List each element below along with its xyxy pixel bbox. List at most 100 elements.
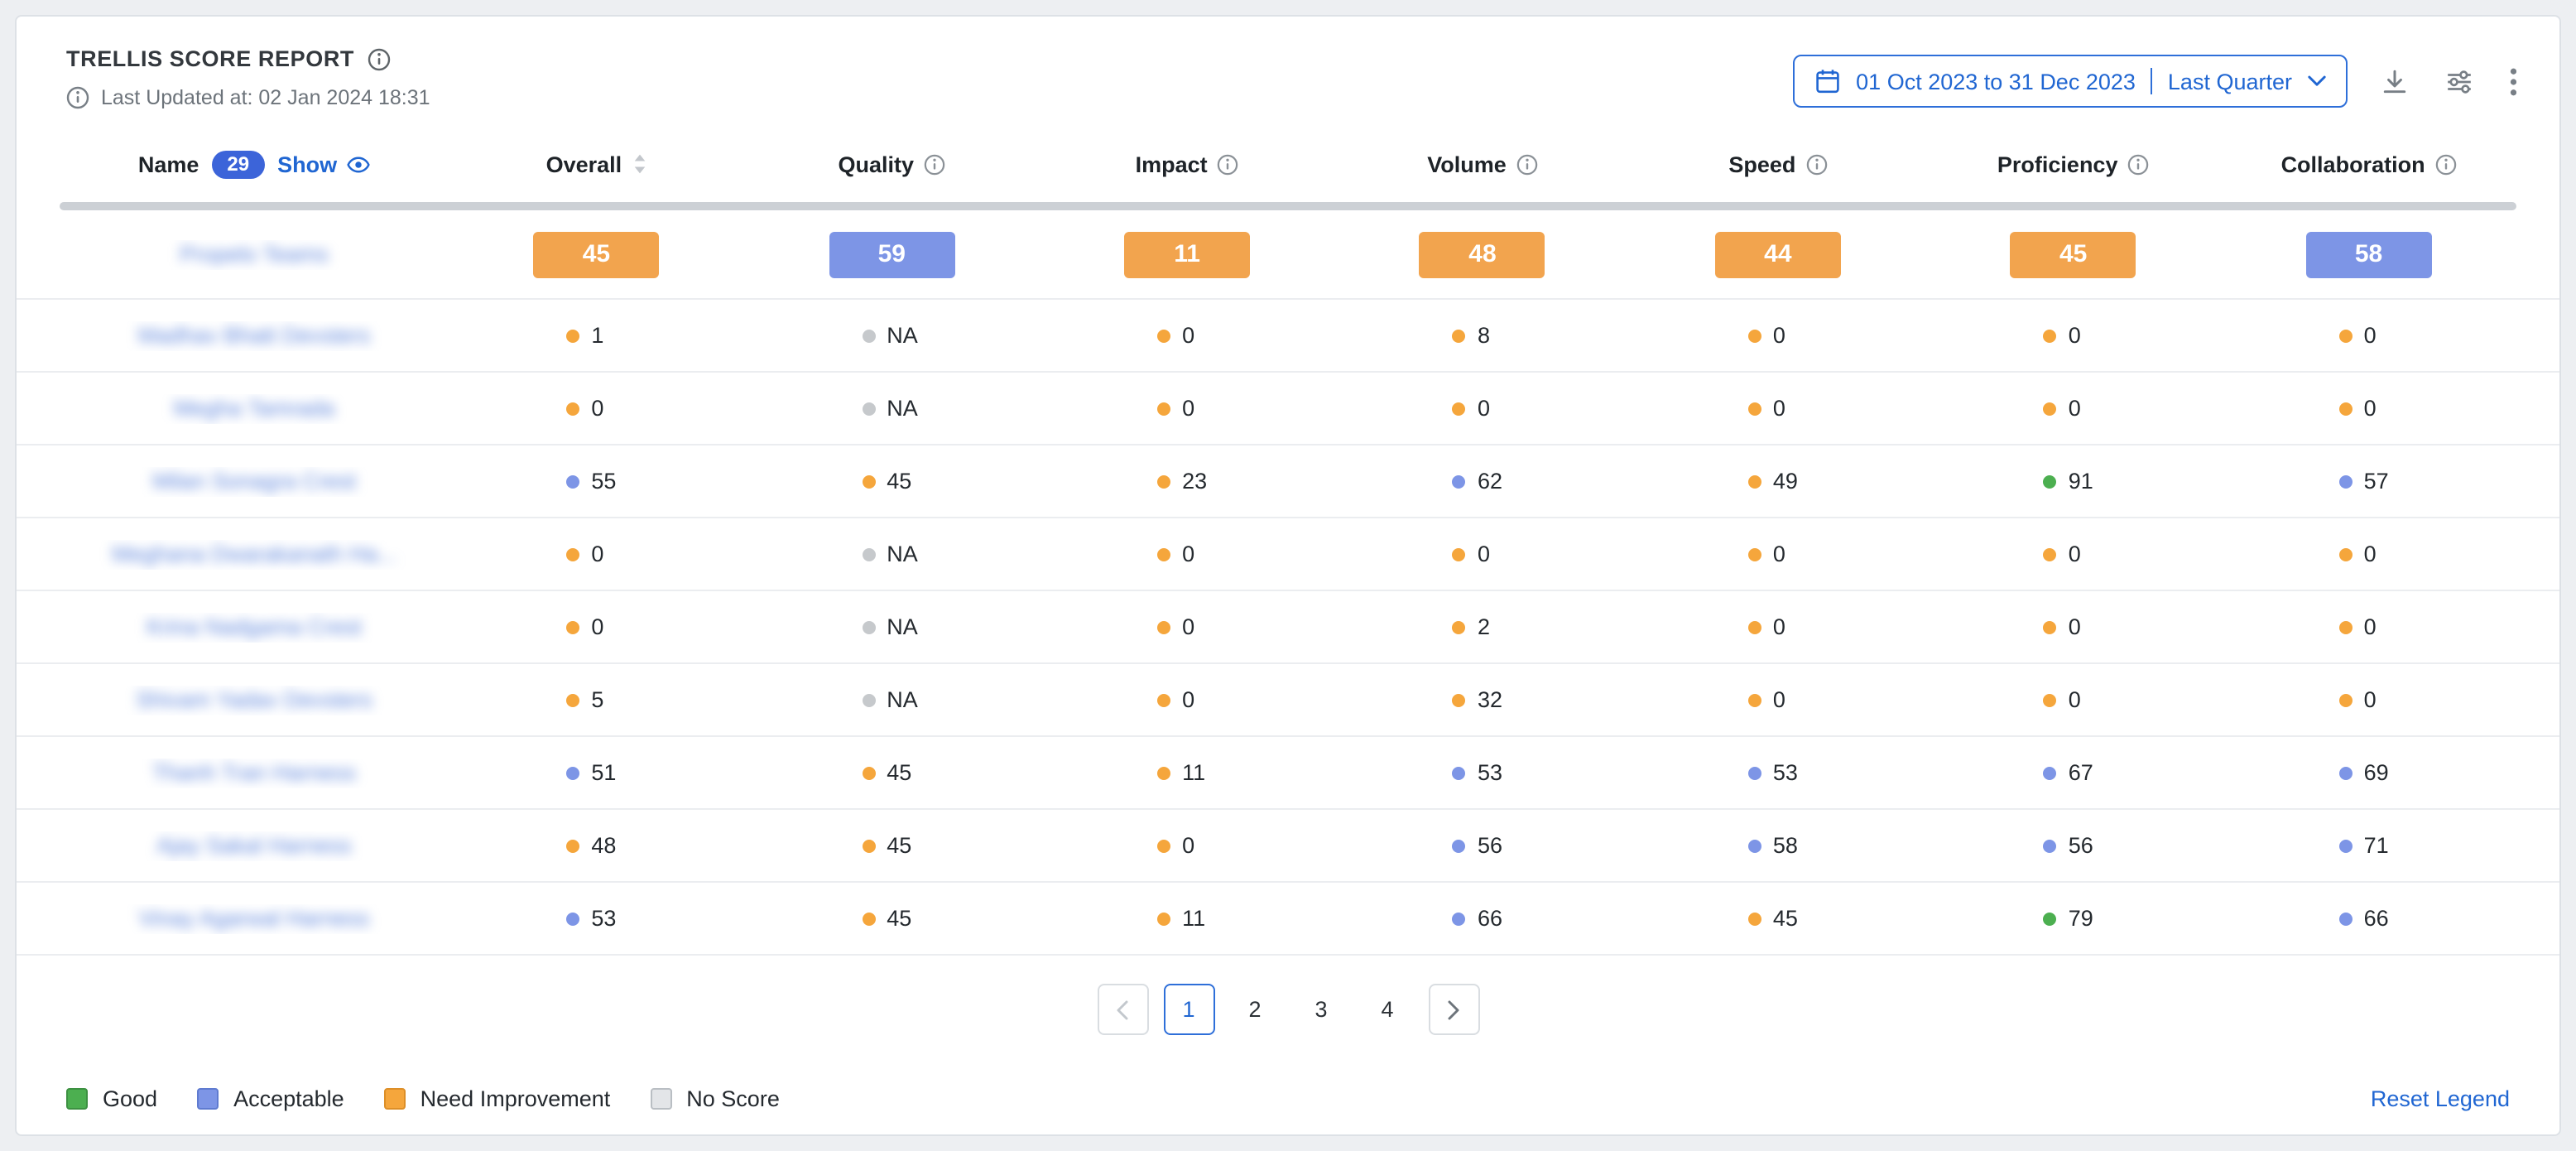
score-value: 0 bbox=[2364, 396, 2377, 421]
score-dot bbox=[1157, 474, 1170, 488]
score-dot bbox=[2044, 912, 2057, 925]
score-dot bbox=[862, 329, 875, 342]
score-dot bbox=[566, 474, 579, 488]
title-info-icon[interactable] bbox=[368, 47, 391, 70]
legend-item-acceptable[interactable]: Acceptable bbox=[197, 1086, 344, 1111]
score-value: NA bbox=[887, 614, 918, 639]
score-cell: 11 bbox=[1040, 906, 1335, 931]
member-name-link[interactable]: Krina Nadgama Crest bbox=[147, 614, 362, 638]
page-button-4[interactable]: 4 bbox=[1362, 984, 1413, 1035]
more-options-button[interactable] bbox=[2506, 64, 2520, 99]
score-cell: 0 bbox=[1040, 614, 1335, 639]
score-value: 0 bbox=[1478, 542, 1490, 566]
horizontal-scrollbar[interactable] bbox=[60, 202, 2516, 210]
member-name-link[interactable]: Megha Tamrada bbox=[174, 395, 335, 420]
score-cell: 48 bbox=[449, 833, 744, 858]
previous-page-button[interactable] bbox=[1097, 984, 1148, 1035]
column-header-collaboration: Collaboration bbox=[2221, 152, 2516, 176]
score-value: 53 bbox=[1478, 760, 1502, 785]
score-dot bbox=[2339, 620, 2353, 633]
score-cell: 45 bbox=[744, 833, 1040, 858]
page-button-2[interactable]: 2 bbox=[1229, 984, 1281, 1035]
score-value: 2 bbox=[1478, 614, 1490, 639]
next-page-button[interactable] bbox=[1428, 984, 1479, 1035]
score-cell: 69 bbox=[2221, 760, 2516, 785]
quality-info-icon[interactable] bbox=[924, 153, 945, 175]
score-dot bbox=[2339, 474, 2353, 488]
score-badge: 11 bbox=[1124, 231, 1250, 277]
team-name-link[interactable]: Propelo Teams bbox=[180, 241, 329, 266]
score-cell: 0 bbox=[2221, 323, 2516, 348]
score-cell: 62 bbox=[1335, 469, 1631, 494]
score-value: 79 bbox=[2069, 906, 2093, 931]
legend-item-no-score[interactable]: No Score bbox=[650, 1086, 780, 1111]
last-updated-info-icon[interactable] bbox=[66, 86, 89, 109]
member-name-link[interactable]: Ajay Sakal Harness bbox=[156, 832, 352, 857]
member-name-link[interactable]: Madhav Bhatt Devsters bbox=[138, 322, 371, 347]
score-value: 55 bbox=[591, 469, 616, 494]
table-row: Meghana Dwarakanath Ha... 0 NA 0 0 0 0 0 bbox=[17, 518, 2559, 591]
score-dot bbox=[862, 766, 875, 779]
reset-legend-link[interactable]: Reset Legend bbox=[2371, 1086, 2510, 1111]
score-value: 0 bbox=[2069, 687, 2081, 712]
score-dot bbox=[1157, 693, 1170, 706]
member-name-link[interactable]: Milan Sonagra Crest bbox=[152, 468, 356, 493]
score-value: 32 bbox=[1478, 687, 1502, 712]
legend-item-need-improvement[interactable]: Need Improvement bbox=[384, 1086, 611, 1111]
table-row: Krina Nadgama Crest 0 NA 0 2 0 0 0 bbox=[17, 591, 2559, 664]
score-dot bbox=[566, 620, 579, 633]
member-name-link[interactable]: Shivam Yadav Devsters bbox=[136, 686, 372, 711]
score-cell: 2 bbox=[1335, 614, 1631, 639]
collaboration-info-icon[interactable] bbox=[2435, 153, 2457, 175]
score-dot bbox=[1748, 402, 1761, 415]
score-value: 5 bbox=[591, 687, 603, 712]
score-dot bbox=[2339, 402, 2353, 415]
score-cell: 0 bbox=[1335, 542, 1631, 566]
score-dot bbox=[2339, 766, 2353, 779]
score-value: 51 bbox=[591, 760, 616, 785]
table-body: Madhav Bhatt Devsters 1 NA 0 8 0 0 0 Meg… bbox=[17, 300, 2559, 956]
score-cell: 0 bbox=[449, 396, 744, 421]
page-button-1[interactable]: 1 bbox=[1163, 984, 1214, 1035]
download-button[interactable] bbox=[2377, 64, 2411, 99]
score-cell: 23 bbox=[1040, 469, 1335, 494]
proficiency-info-icon[interactable] bbox=[2127, 153, 2149, 175]
score-dot bbox=[1748, 912, 1761, 925]
score-dot bbox=[2339, 547, 2353, 561]
member-name-link[interactable]: Vinay Agarwal Harness bbox=[139, 905, 370, 930]
score-cell: 66 bbox=[1335, 906, 1631, 931]
score-value: 67 bbox=[2069, 760, 2093, 785]
date-range-picker[interactable]: 01 Oct 2023 to 31 Dec 2023 Last Quarter bbox=[1793, 55, 2347, 108]
score-value: 0 bbox=[2364, 687, 2377, 712]
impact-info-icon[interactable] bbox=[1218, 153, 1239, 175]
score-value: 71 bbox=[2364, 833, 2389, 858]
score-cell: 0 bbox=[1630, 614, 1925, 639]
score-value: 0 bbox=[591, 396, 603, 421]
show-names-link[interactable]: Show bbox=[277, 152, 370, 176]
score-cell: 53 bbox=[1630, 760, 1925, 785]
page-button-3[interactable]: 3 bbox=[1295, 984, 1347, 1035]
table-row: Madhav Bhatt Devsters 1 NA 0 8 0 0 0 bbox=[17, 300, 2559, 373]
column-header-name: Name 29 Show bbox=[60, 150, 449, 178]
score-dot bbox=[862, 547, 875, 561]
score-cell: 0 bbox=[2221, 614, 2516, 639]
column-header-overall[interactable]: Overall bbox=[449, 152, 744, 176]
member-name-link[interactable]: Thanh Tran Harness bbox=[152, 759, 356, 784]
date-preset-text: Last Quarter bbox=[2168, 69, 2292, 94]
score-value: 57 bbox=[2364, 469, 2389, 494]
score-value: 62 bbox=[1478, 469, 1502, 494]
score-cell: 0 bbox=[1925, 542, 2221, 566]
legend-item-good[interactable]: Good bbox=[66, 1086, 157, 1111]
volume-info-icon[interactable] bbox=[1516, 153, 1538, 175]
score-value: 48 bbox=[591, 833, 616, 858]
score-cell: 0 bbox=[449, 542, 744, 566]
score-value: 0 bbox=[1182, 396, 1194, 421]
score-dot bbox=[1453, 402, 1466, 415]
member-name-link[interactable]: Meghana Dwarakanath Ha... bbox=[112, 541, 396, 566]
score-cell: 32 bbox=[1335, 687, 1631, 712]
score-value: 45 bbox=[887, 760, 911, 785]
filter-settings-button[interactable] bbox=[2441, 64, 2476, 99]
speed-info-icon[interactable] bbox=[1805, 153, 1827, 175]
table-row: Thanh Tran Harness 51 45 11 53 53 67 69 bbox=[17, 737, 2559, 810]
score-cell: 0 bbox=[449, 614, 744, 639]
